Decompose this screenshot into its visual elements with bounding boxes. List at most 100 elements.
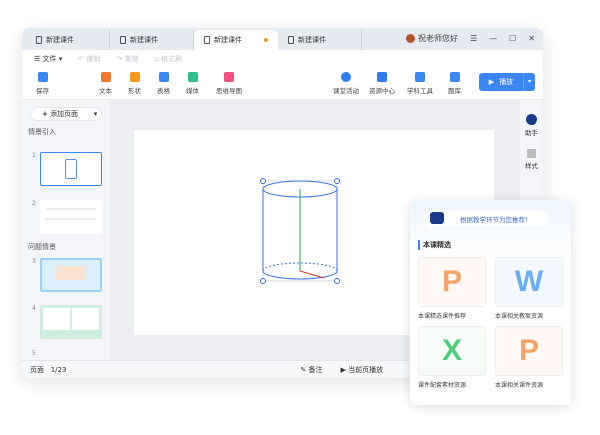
mindmap-icon (224, 72, 234, 82)
table-icon (158, 72, 169, 82)
resource-card[interactable]: P (495, 326, 563, 376)
page-thumbnail-4[interactable] (40, 305, 102, 339)
menu-bar: ☰ 文件 ▾ ↶ 撤销 ↷ 重做 ⌂ 格式刷 (22, 50, 543, 68)
play-label: 播放 (499, 78, 514, 86)
page-number: 2 (32, 200, 36, 207)
resources-label: 资源中心 (369, 87, 395, 95)
tab-2[interactable]: 新建课件 (110, 30, 194, 50)
page-counter: 1/23 (50, 365, 67, 374)
page-number: 5 (32, 350, 36, 357)
file-label: 文件 (42, 55, 57, 63)
star-icon (341, 72, 351, 82)
redo-label: 重做 (124, 55, 139, 63)
resource-card[interactable]: W (495, 257, 563, 307)
media-button[interactable]: 媒体 (186, 72, 199, 95)
close-icon[interactable]: ✕ (528, 34, 535, 43)
undo-button[interactable]: ↶ 撤销 (78, 54, 100, 64)
shape-icon (129, 72, 140, 82)
mindmap-button[interactable]: 思维导图 (216, 72, 242, 95)
folder-icon (377, 72, 387, 82)
tools-label: 学科工具 (407, 87, 433, 95)
page-thumbnail-3[interactable] (40, 258, 102, 292)
play-button[interactable]: ▶ 播放 ▾ (479, 73, 535, 91)
tab-label: 新建课件 (214, 36, 242, 44)
ppt-icon: P (441, 265, 462, 298)
style-icon (527, 149, 536, 158)
media-icon (187, 72, 198, 82)
card-label: 本课相关课件资源 (495, 382, 544, 389)
excel-icon: X (441, 334, 462, 367)
text-button[interactable]: 文本 (99, 72, 112, 95)
format-painter-label: 格式刷 (161, 55, 183, 63)
file-menu[interactable]: ☰ 文件 ▾ (34, 54, 62, 64)
robot-icon (430, 212, 444, 224)
table-button[interactable]: 表格 (157, 72, 170, 95)
page-thumbnail-1[interactable] (40, 152, 102, 186)
redo-button[interactable]: ↷ 重做 (116, 54, 138, 64)
shape-button[interactable]: 形状 (128, 72, 141, 95)
document-icon (204, 36, 210, 44)
activity-label: 课堂活动 (333, 87, 359, 95)
tab-1[interactable]: 新建课件 (26, 30, 110, 50)
card-label: 本课精选课件推荐 (418, 313, 467, 320)
minimize-icon[interactable]: — (489, 34, 497, 43)
resources-button[interactable]: 资源中心 (369, 72, 395, 95)
maximize-icon[interactable]: ☐ (509, 34, 516, 43)
text-label: 文本 (99, 87, 112, 95)
tab-label: 新建课件 (130, 36, 158, 44)
toolbar: 保存 文本 形状 表格 媒体 思维导图 课堂活动 资源中心 学科工具 题库 ▶ 播… (22, 68, 543, 100)
card-label: 本课相关教案资源 (495, 313, 544, 320)
question-bank-icon (449, 72, 460, 82)
tools-button[interactable]: 学科工具 (407, 72, 433, 95)
play-current-label: 当前页播放 (348, 365, 384, 374)
section-title: 问题情景 (28, 243, 56, 251)
robot-icon (526, 114, 537, 125)
notes-label: 备注 (308, 365, 323, 374)
table-label: 表格 (157, 87, 170, 95)
undo-label: 撤销 (86, 55, 101, 63)
user-profile[interactable]: 祝老师您好 (405, 33, 458, 44)
card-label: 课件配套素材资源 (418, 382, 467, 389)
document-icon (36, 36, 42, 44)
play-current-button[interactable]: ▶ 当前页播放 (341, 365, 384, 375)
unsaved-dot (264, 38, 268, 42)
assistant-label: 助手 (525, 129, 538, 137)
tab-3-active[interactable]: 新建课件 (194, 30, 278, 50)
word-icon: W (514, 265, 544, 298)
cube-icon (415, 72, 425, 82)
tab-label: 新建课件 (298, 36, 326, 44)
ppt-icon: P (518, 334, 539, 367)
save-button[interactable]: 保存 (36, 72, 49, 95)
add-page-label: 添加页面 (50, 110, 79, 118)
page-label: 页面 (30, 365, 44, 374)
questions-button[interactable]: 题库 (448, 72, 461, 95)
prompt-text: 根据教学环节为您推荐！ (460, 215, 532, 224)
notes-button[interactable]: ✎ 备注 (300, 365, 322, 375)
style-button[interactable]: 样式 (520, 149, 543, 170)
panel-title: 本课精选 (418, 240, 451, 250)
media-label: 媒体 (186, 87, 199, 95)
recommendation-panel: 根据教学环节为您推荐！ 本课精选 P 本课精选课件推荐 W 本课相关教案资源 X… (410, 200, 571, 405)
menu-icon[interactable]: ☰ (470, 34, 477, 43)
activity-button[interactable]: 课堂活动 (333, 72, 359, 95)
format-painter-button[interactable]: ⌂ 格式刷 (154, 54, 182, 64)
questions-label: 题库 (448, 87, 461, 95)
play-dropdown[interactable]: ▾ (523, 73, 535, 91)
tab-4[interactable]: 新建课件 (278, 30, 362, 50)
assistant-button[interactable]: 助手 (520, 114, 543, 137)
page-thumbnail-2[interactable] (40, 200, 102, 234)
add-page-dropdown[interactable]: ▾ (89, 110, 101, 118)
document-icon (288, 36, 294, 44)
document-icon (120, 36, 126, 44)
user-greeting: 祝老师您好 (417, 34, 458, 43)
avatar (405, 34, 415, 43)
style-label: 样式 (525, 162, 538, 170)
resource-card[interactable]: P (418, 257, 486, 307)
tab-label: 新建课件 (46, 36, 74, 44)
resource-card[interactable]: X (418, 326, 486, 376)
add-page-button[interactable]: + 添加页面 ▾ (30, 107, 102, 121)
save-label: 保存 (36, 87, 49, 95)
text-icon (100, 72, 111, 82)
mindmap-label: 思维导图 (216, 87, 242, 95)
tab-bar: 新建课件 新建课件 新建课件 新建课件 祝老师您好 ☰ — ☐ ✕ (22, 28, 543, 50)
